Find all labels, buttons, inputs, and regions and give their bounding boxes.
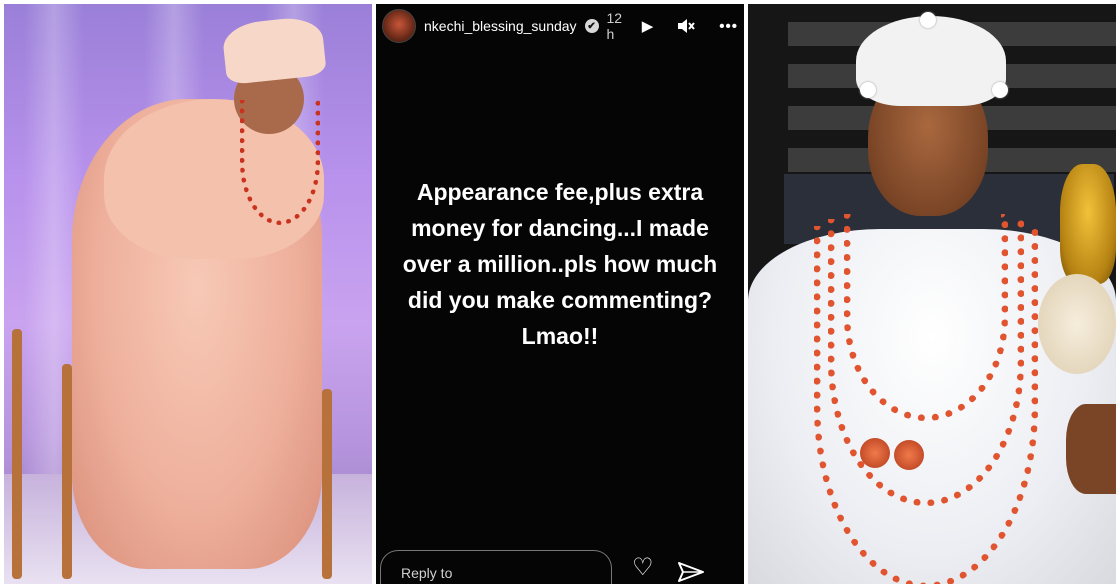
- chair-leg: [322, 389, 332, 579]
- white-beaded-crown: [856, 16, 1006, 106]
- chair-leg: [62, 364, 72, 579]
- heart-icon[interactable]: ♡: [632, 553, 654, 582]
- dancer-cap: [221, 14, 327, 86]
- play-icon[interactable]: ▶: [642, 17, 654, 35]
- crown-bead: [920, 12, 936, 28]
- coral-bead-necklace: [814, 226, 1038, 584]
- mute-icon[interactable]: [677, 18, 696, 34]
- mute-icon-svg: [678, 19, 696, 33]
- monarch-hand: [1066, 404, 1116, 494]
- instagram-story-panel: nkechi_blessing_sunday ✔ 12 h ▶ ••• Appe…: [376, 4, 744, 584]
- dancer-coral-beads: [240, 100, 320, 225]
- crown-bead: [860, 82, 876, 98]
- coral-pendant: [894, 440, 924, 470]
- story-username[interactable]: nkechi_blessing_sunday: [424, 18, 577, 34]
- story-timestamp: 12 h: [606, 10, 623, 42]
- avatar[interactable]: [382, 9, 416, 43]
- left-photo-dancer: [4, 4, 372, 584]
- story-caption-text: Appearance fee,plus extra money for danc…: [402, 179, 718, 349]
- staff-horsetail-fur: [1038, 274, 1116, 374]
- chair-leg: [12, 329, 22, 579]
- more-options-icon[interactable]: •••: [719, 18, 738, 35]
- send-icon[interactable]: [678, 562, 704, 582]
- right-photo-monarch: [748, 4, 1116, 584]
- crown-bead: [992, 82, 1008, 98]
- golden-staff-head: [1060, 164, 1116, 284]
- reply-input[interactable]: Reply to: [380, 550, 612, 584]
- coral-pendant: [860, 438, 890, 468]
- verified-badge-icon: ✔: [584, 19, 599, 33]
- story-header: nkechi_blessing_sunday ✔ 12 h ▶ •••: [376, 4, 744, 48]
